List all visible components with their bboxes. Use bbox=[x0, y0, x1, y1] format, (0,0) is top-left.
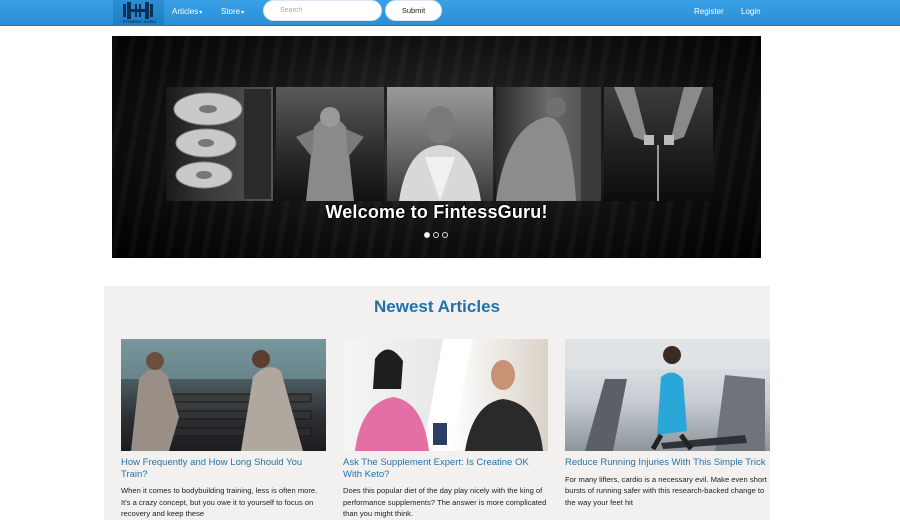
login-link[interactable]: Login bbox=[741, 0, 761, 24]
article-image-gym-dumbbells[interactable] bbox=[121, 339, 326, 451]
articles-menu-label: Articles bbox=[172, 7, 199, 16]
carousel-caption: Welcome to FintessGuru! bbox=[325, 202, 548, 222]
carousel-dot-1[interactable] bbox=[424, 232, 430, 238]
section-heading: Newest Articles bbox=[374, 297, 500, 316]
caret-down-icon: ▾ bbox=[241, 10, 245, 16]
article-card: Ask The Supplement Expert: Is Creatine O… bbox=[343, 339, 548, 520]
dumbbell-logo-icon bbox=[123, 2, 153, 19]
hero-carousel[interactable]: Welcome to FintessGuru! bbox=[112, 36, 761, 258]
article-excerpt: For many lifters, cardio is a necessary … bbox=[565, 474, 767, 507]
logo-text: FITNESS GURU bbox=[123, 19, 157, 24]
navbar: FITNESS GURU Articles▾ Store▾ Submit Reg… bbox=[0, 0, 900, 26]
article-image-supplement-expert[interactable] bbox=[343, 339, 548, 451]
article-card: Reduce Running Injuries With This Simple… bbox=[565, 339, 770, 508]
article-title[interactable]: How Frequently and How Long Should You T… bbox=[121, 457, 326, 480]
store-menu-label: Store bbox=[221, 7, 241, 16]
articles-dropdown[interactable]: Articles▾ bbox=[172, 0, 202, 24]
article-title[interactable]: Reduce Running Injuries With This Simple… bbox=[565, 457, 770, 469]
cable-grip-image bbox=[604, 87, 713, 201]
article-excerpt: Does this popular diet of the day play n… bbox=[343, 486, 547, 518]
store-dropdown[interactable]: Store▾ bbox=[221, 0, 244, 24]
article-card: How Frequently and How Long Should You T… bbox=[121, 339, 326, 520]
site-logo[interactable]: FITNESS GURU bbox=[113, 0, 164, 26]
carousel-indicators bbox=[424, 232, 448, 238]
submit-button[interactable]: Submit bbox=[385, 0, 442, 21]
article-image-treadmill-running[interactable] bbox=[565, 339, 770, 451]
arm-muscles-image bbox=[496, 87, 601, 201]
carousel-dot-3[interactable] bbox=[442, 232, 448, 238]
caret-down-icon: ▾ bbox=[199, 10, 203, 16]
banner-image-strip bbox=[166, 87, 715, 201]
article-excerpt: When it comes to bodybuilding training, … bbox=[121, 486, 318, 518]
register-link[interactable]: Register bbox=[694, 0, 724, 24]
article-title[interactable]: Ask The Supplement Expert: Is Creatine O… bbox=[343, 457, 548, 480]
weight-plates-image bbox=[166, 87, 273, 201]
carousel-dot-2[interactable] bbox=[433, 232, 439, 238]
athlete-portrait-image bbox=[387, 87, 493, 201]
newest-articles-section: Newest Articles How Frequently and How L… bbox=[104, 286, 770, 520]
back-muscles-image bbox=[276, 87, 384, 201]
search-input[interactable] bbox=[263, 0, 382, 21]
